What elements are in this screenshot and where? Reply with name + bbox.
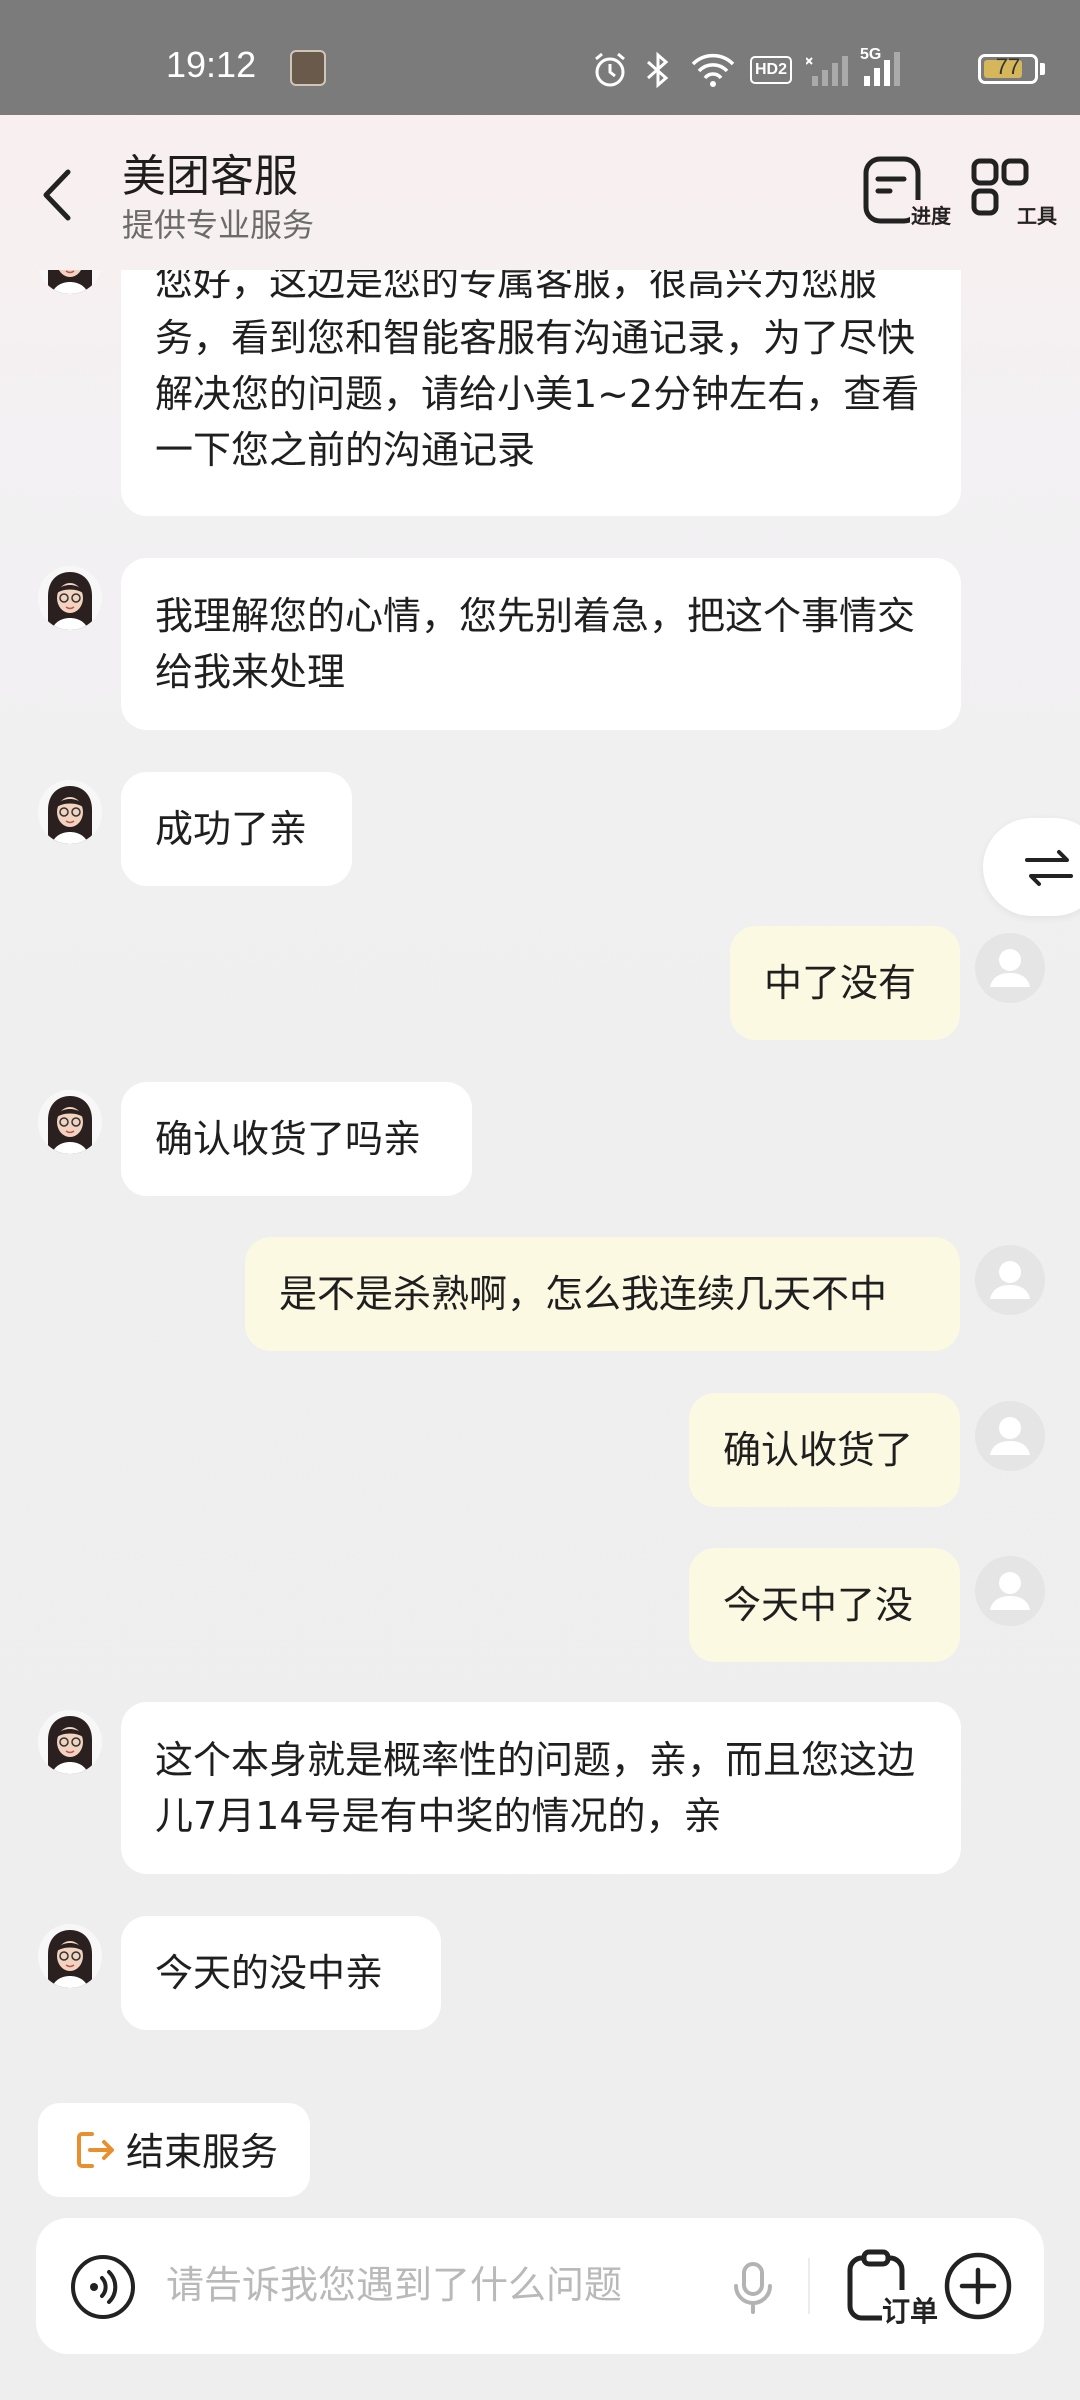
page-title: 美团客服 [122, 151, 298, 202]
message-bubble: 是不是杀熟啊，怎么我连续几天不中 [245, 1237, 960, 1351]
progress-button[interactable]: 进度 [862, 155, 952, 235]
network-type: 5G [860, 46, 882, 63]
tools-button[interactable]: 工具 [968, 155, 1058, 235]
page-subtitle: 提供专业服务 [122, 206, 315, 244]
signal-5g-icon: 5G [860, 46, 920, 94]
back-button[interactable] [30, 160, 90, 230]
agent-avatar[interactable] [38, 780, 102, 844]
end-service-button[interactable]: 结束服务 [38, 2103, 310, 2197]
switch-button[interactable] [983, 818, 1080, 916]
user-avatar[interactable] [975, 1245, 1045, 1315]
agent-avatar[interactable] [38, 270, 102, 294]
app-thumbnail-icon [290, 50, 326, 86]
divider [808, 2258, 810, 2314]
message-bubble: 确认收货了 [689, 1393, 960, 1507]
chat-header: 美团客服 提供专业服务 进度 工具 [0, 115, 1080, 270]
message-bubble: 中了没有 [730, 926, 960, 1040]
battery-level: 77 [995, 54, 1021, 79]
status-icons: HD2 5G 77 [560, 0, 1080, 115]
microphone-button[interactable] [728, 2258, 778, 2318]
hd-icon: HD2 [750, 56, 792, 84]
agent-avatar[interactable] [38, 1924, 102, 1988]
status-time: 19:12 [166, 44, 257, 85]
message-input[interactable]: 请告诉我您遇到了什么问题 [166, 2254, 622, 2309]
agent-avatar[interactable] [38, 566, 102, 630]
progress-label: 进度 [910, 200, 952, 229]
order-label: 订单 [882, 2290, 939, 2330]
tools-label: 工具 [1016, 200, 1058, 229]
hd-label: HD2 [754, 61, 787, 78]
message-bubble: 您好，这边是您的专属客服，很高兴为您服务，看到您和智能客服有沟通记录，为了尽快解… [121, 270, 961, 516]
voice-mode-icon [71, 2255, 135, 2319]
user-avatar[interactable] [975, 1401, 1045, 1471]
battery-icon: 77 [978, 54, 1038, 84]
user-avatar[interactable] [975, 933, 1045, 1003]
microphone-icon [734, 2262, 772, 2314]
voice-mode-button[interactable] [68, 2252, 138, 2322]
more-button[interactable] [942, 2250, 1014, 2322]
end-service-label: 结束服务 [126, 2130, 279, 2174]
switch-arrows-icon [1025, 850, 1073, 886]
message-list[interactable]: 您好，这边是您的专属客服，很高兴为您服务，看到您和智能客服有沟通记录，为了尽快解… [0, 270, 1080, 2090]
alarm-icon [590, 50, 630, 94]
signal-icon [805, 52, 850, 92]
bluetooth-icon [640, 50, 676, 94]
plus-circle-icon [944, 2252, 1012, 2320]
order-button[interactable]: 订单 [844, 2248, 944, 2330]
agent-avatar[interactable] [38, 1090, 102, 1154]
agent-avatar[interactable] [38, 1710, 102, 1774]
message-bubble: 这个本身就是概率性的问题，亲，而且您这边儿7月14号是有中奖的情况的，亲 [121, 1702, 961, 1874]
status-bar: 19:12 HD2 5G 77 [0, 0, 1080, 115]
message-bubble: 成功了亲 [121, 772, 352, 886]
user-avatar[interactable] [975, 1556, 1045, 1626]
input-bar: 请告诉我您遇到了什么问题 订单 [36, 2218, 1044, 2354]
message-bubble: 确认收货了吗亲 [121, 1082, 472, 1196]
message-bubble: 今天的没中亲 [121, 1916, 441, 2030]
message-bubble: 今天中了没 [689, 1548, 960, 1662]
wifi-icon [690, 52, 736, 92]
message-bubble: 我理解您的心情，您先别着急，把这个事情交给我来处理 [121, 558, 961, 730]
exit-icon [77, 2132, 114, 2168]
